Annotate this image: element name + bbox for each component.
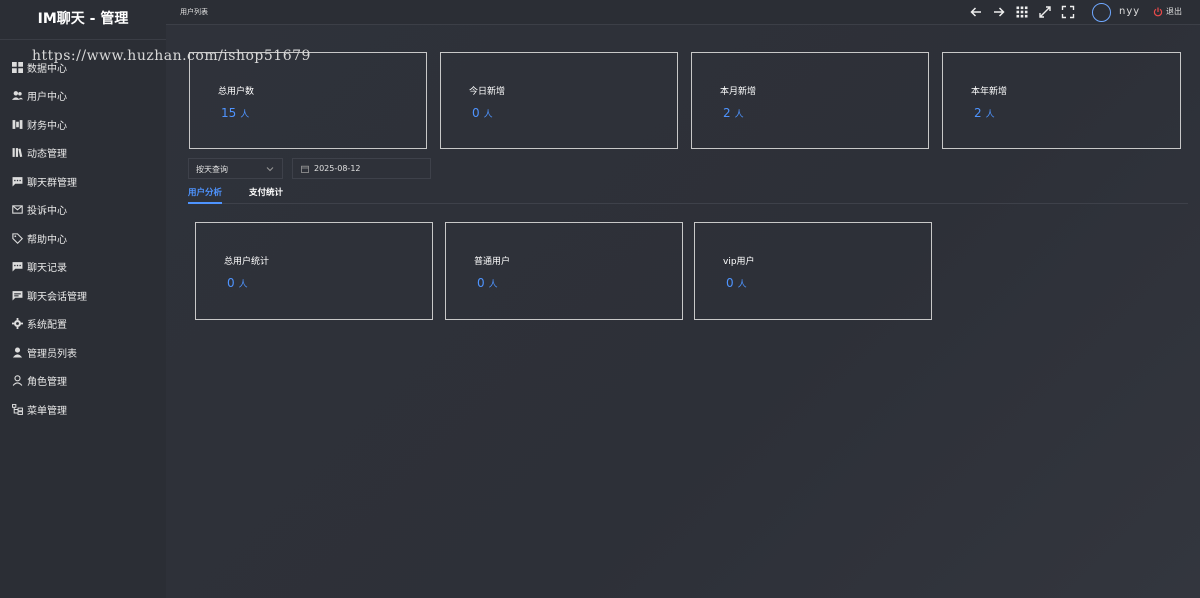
sidebar-item-label: 聊天群管理 — [27, 177, 77, 189]
sidebar-item-feed-management[interactable]: 动态管理 — [0, 139, 166, 168]
card-value: 2人 — [723, 106, 744, 120]
summary-card-today-new: 今日新增 0人 — [440, 52, 678, 149]
chat-session-icon — [12, 290, 23, 301]
analysis-card-vip-users: vip用户 0人 — [694, 222, 932, 320]
card-label: 今日新增 — [469, 87, 506, 97]
forward-arrow-icon[interactable] — [991, 4, 1007, 20]
tab-bar: 用户分析 支付统计 — [188, 185, 1188, 204]
chat-record-icon — [12, 261, 23, 272]
sidebar-item-role-management[interactable]: 角色管理 — [0, 367, 166, 396]
sidebar-item-chat-group[interactable]: 聊天群管理 — [0, 167, 166, 196]
card-label: 本年新增 — [971, 87, 1008, 97]
admin-icon — [12, 347, 23, 358]
chat-group-icon — [12, 176, 23, 187]
top-bar: 用户列表 nyy 退出 — [166, 0, 1200, 25]
sidebar-item-label: 聊天会话管理 — [27, 291, 87, 303]
app-title: IM聊天 - 管理 — [0, 0, 166, 40]
sidebar: IM聊天 - 管理 数据中心 用户中心 财务中心 动态管理 聊天群管理 投诉中心 — [0, 0, 166, 598]
sidebar-item-admin-list[interactable]: 管理员列表 — [0, 338, 166, 367]
chevron-down-icon — [266, 167, 274, 172]
sidebar-menu: 数据中心 用户中心 财务中心 动态管理 聊天群管理 投诉中心 帮助中心 聊天记录… — [0, 53, 166, 424]
sidebar-item-chat-sessions[interactable]: 聊天会话管理 — [0, 281, 166, 310]
avatar[interactable] — [1092, 3, 1111, 22]
card-label: vip用户 — [723, 257, 755, 267]
library-icon — [12, 147, 23, 158]
breadcrumb: 用户列表 — [180, 8, 208, 16]
card-label: 普通用户 — [474, 257, 511, 267]
main-content: 用户列表 nyy 退出 总用户数 15 人 今日新增 0人 本月新增 2人 本年新… — [166, 0, 1200, 598]
sidebar-item-label: 帮助中心 — [27, 234, 67, 246]
dashboard-icon — [12, 61, 23, 73]
card-value: 0人 — [472, 106, 493, 120]
sidebar-item-complaints[interactable]: 投诉中心 — [0, 196, 166, 225]
tab-payment-stats[interactable]: 支付统计 — [249, 186, 283, 204]
tab-user-analysis[interactable]: 用户分析 — [188, 186, 223, 204]
gear-icon — [12, 318, 23, 330]
query-mode-select[interactable]: 按天查询 — [188, 158, 283, 179]
sidebar-item-help-center[interactable]: 帮助中心 — [0, 224, 166, 253]
grid-icon[interactable] — [1014, 4, 1030, 20]
sidebar-item-label: 用户中心 — [27, 92, 67, 104]
sidebar-item-label: 数据中心 — [27, 63, 67, 75]
sidebar-item-label: 角色管理 — [27, 377, 67, 389]
expand-icon[interactable] — [1037, 4, 1053, 20]
date-value: 2025-08-12 — [314, 164, 361, 173]
sidebar-item-label: 聊天记录 — [27, 263, 67, 275]
card-value: 15 人 — [221, 106, 250, 120]
analysis-card-regular-users: 普通用户 0人 — [445, 222, 683, 320]
card-value: 0人 — [477, 276, 498, 290]
calendar-icon — [301, 165, 309, 173]
role-icon — [12, 375, 23, 387]
logout-label: 退出 — [1166, 7, 1182, 16]
users-icon — [12, 90, 23, 101]
query-mode-value: 按天查询 — [196, 165, 228, 174]
sidebar-item-system-config[interactable]: 系统配置 — [0, 310, 166, 339]
sidebar-item-label: 系统配置 — [27, 320, 67, 332]
sidebar-item-label: 菜单管理 — [27, 405, 67, 417]
back-arrow-icon[interactable] — [968, 4, 984, 20]
date-picker[interactable]: 2025-08-12 — [292, 158, 431, 179]
sidebar-item-data-center[interactable]: 数据中心 — [0, 53, 166, 82]
summary-card-total-users: 总用户数 15 人 — [189, 52, 427, 149]
sidebar-item-label: 投诉中心 — [27, 206, 67, 218]
fullscreen-icon[interactable] — [1060, 4, 1076, 20]
mail-icon — [12, 204, 23, 215]
card-value: 0人 — [726, 276, 747, 290]
card-label: 总用户统计 — [224, 257, 270, 267]
finance-icon — [12, 119, 23, 130]
card-label: 本月新增 — [720, 87, 757, 97]
analysis-card-total-users: 总用户统计 0人 — [195, 222, 433, 320]
tag-icon — [12, 233, 23, 244]
sidebar-item-finance-center[interactable]: 财务中心 — [0, 110, 166, 139]
summary-card-month-new: 本月新增 2人 — [691, 52, 929, 149]
sidebar-item-label: 财务中心 — [27, 120, 67, 132]
toolbar-icons — [968, 4, 1076, 20]
power-icon — [1153, 7, 1163, 16]
sidebar-item-menu-management[interactable]: 菜单管理 — [0, 395, 166, 424]
sidebar-item-user-center[interactable]: 用户中心 — [0, 82, 166, 111]
username[interactable]: nyy — [1119, 6, 1140, 17]
card-value: 0人 — [227, 276, 248, 290]
sidebar-item-label: 管理员列表 — [27, 348, 77, 360]
card-value: 2人 — [974, 106, 995, 120]
sidebar-item-chat-records[interactable]: 聊天记录 — [0, 253, 166, 282]
logout-button[interactable]: 退出 — [1153, 6, 1182, 17]
sidebar-item-label: 动态管理 — [27, 149, 67, 161]
card-label: 总用户数 — [218, 87, 255, 97]
summary-card-year-new: 本年新增 2人 — [942, 52, 1181, 149]
menu-tree-icon — [12, 403, 23, 415]
